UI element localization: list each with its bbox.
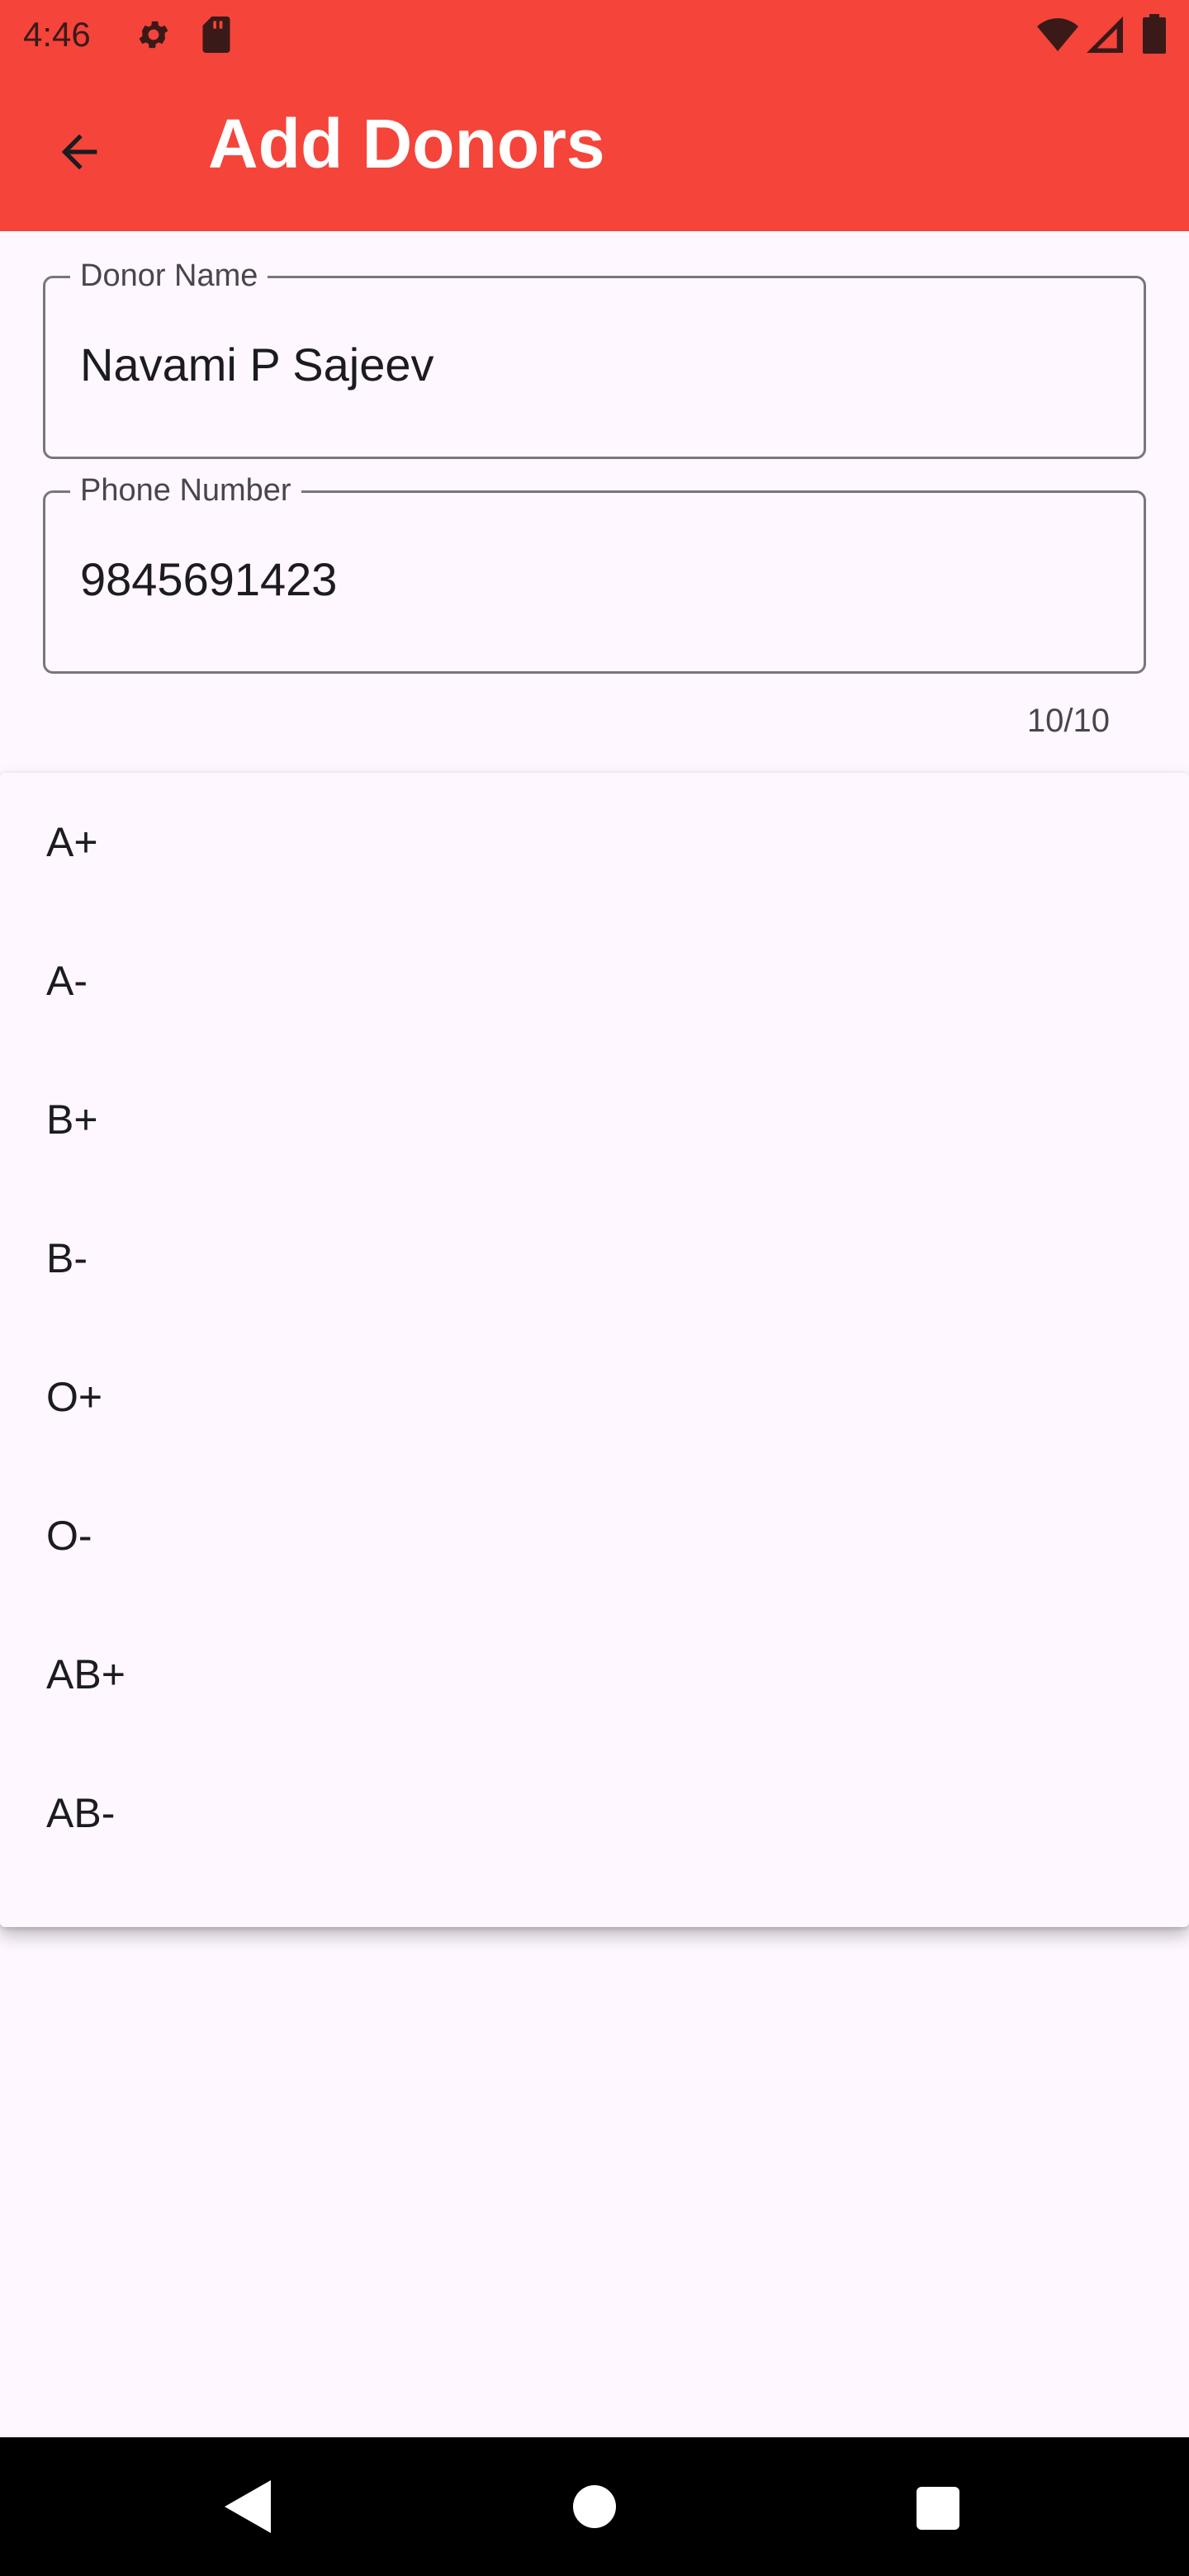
dropdown-item-a-positive[interactable]: A+ xyxy=(0,773,1189,912)
donor-name-label: Donor Name xyxy=(70,257,268,295)
phone-number-label: Phone Number xyxy=(70,471,301,509)
status-time: 4:46 xyxy=(23,15,91,54)
phone-character-counter: 10/10 xyxy=(1026,703,1110,739)
blood-group-dropdown-menu: A+ A- B+ B- O+ O- AB+ AB- xyxy=(0,773,1189,1927)
page-title: Add Donors xyxy=(208,105,605,182)
dropdown-item-o-negative[interactable]: O- xyxy=(0,1466,1189,1605)
home-circle-icon[interactable] xyxy=(573,2485,616,2528)
back-triangle-icon[interactable] xyxy=(225,2480,271,2533)
dropdown-item-ab-negative[interactable]: AB- xyxy=(0,1744,1189,1882)
battery-icon xyxy=(1143,14,1166,54)
phone-number-value: 9845691423 xyxy=(80,553,338,605)
dropdown-item-b-negative[interactable]: B- xyxy=(0,1189,1189,1328)
system-nav-bar xyxy=(0,2437,1189,2576)
signal-icon xyxy=(1087,17,1123,53)
dropdown-item-o-positive[interactable]: O+ xyxy=(0,1328,1189,1466)
recents-square-icon[interactable] xyxy=(917,2487,959,2530)
dropdown-item-ab-positive[interactable]: AB+ xyxy=(0,1605,1189,1744)
status-bar: 4:46 xyxy=(0,0,1189,69)
gear-icon xyxy=(139,21,168,49)
dropdown-item-b-positive[interactable]: B+ xyxy=(0,1050,1189,1189)
phone-number-field[interactable]: Phone Number 9845691423 xyxy=(43,471,1146,674)
arrow-back-icon xyxy=(61,134,97,170)
app-bar: Add Donors xyxy=(0,69,1189,231)
dropdown-item-a-negative[interactable]: A- xyxy=(0,912,1189,1050)
back-button[interactable] xyxy=(40,112,119,192)
wifi-icon xyxy=(1037,18,1078,51)
donor-name-field[interactable]: Donor Name Navami P Sajeev xyxy=(43,257,1146,459)
sd-card-icon xyxy=(202,17,230,53)
donor-name-value: Navami P Sajeev xyxy=(80,339,434,391)
